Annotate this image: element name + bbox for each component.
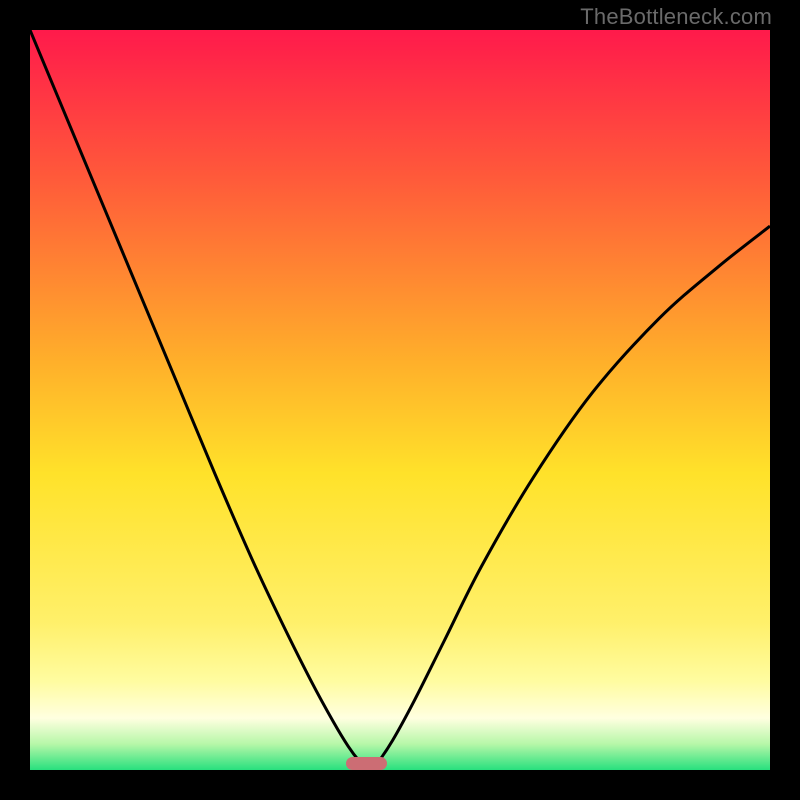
plot-svg <box>30 30 770 770</box>
plot-area <box>30 30 770 770</box>
watermark-text: TheBottleneck.com <box>580 4 772 30</box>
chart-frame: TheBottleneck.com <box>0 0 800 800</box>
minimum-marker <box>346 757 387 770</box>
gradient-background <box>30 30 770 770</box>
